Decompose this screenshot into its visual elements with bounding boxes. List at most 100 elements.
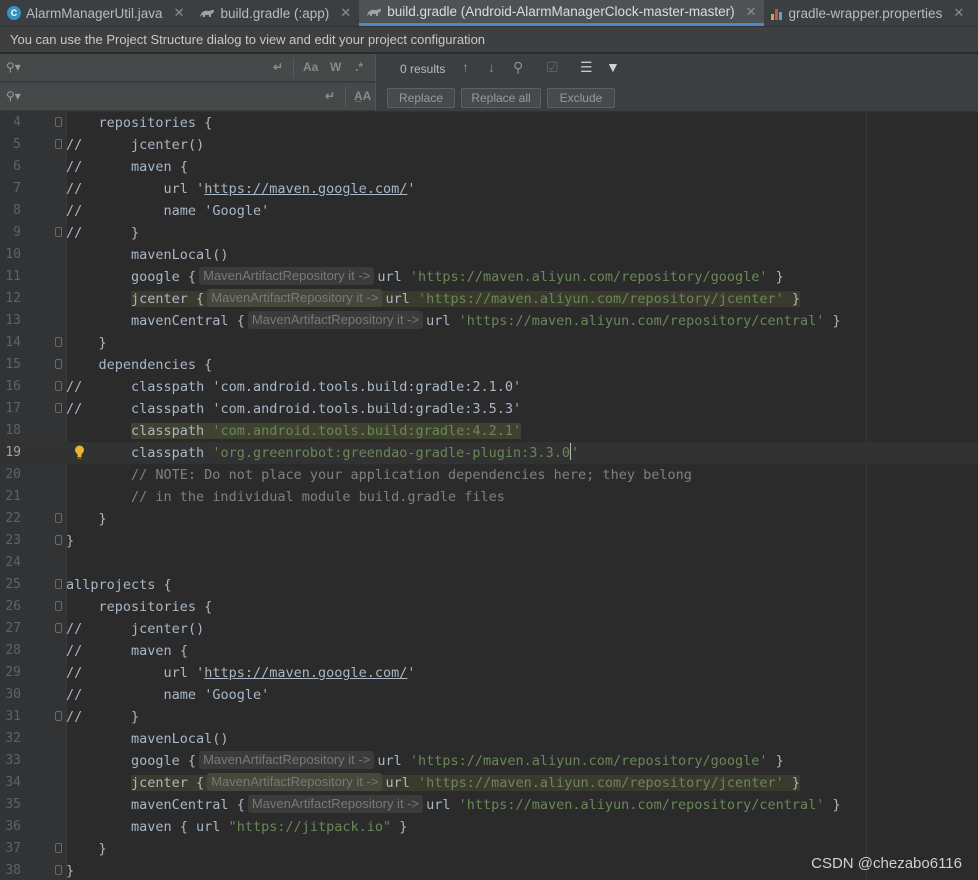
code-line[interactable]: 31 // } <box>0 706 978 728</box>
code-line[interactable]: 10 mavenLocal() <box>0 244 978 266</box>
code-line[interactable]: 23 } <box>0 530 978 552</box>
fold-icon[interactable] <box>55 579 62 589</box>
select-all-occurrences-icon[interactable]: ☑ <box>546 59 559 76</box>
fold-icon[interactable] <box>55 403 62 413</box>
code-text: } <box>832 313 841 329</box>
fold-icon[interactable] <box>55 337 62 347</box>
next-occurrence-icon[interactable]: ↓ <box>488 59 495 75</box>
comment-text: // NOTE: Do not place your application d… <box>131 467 692 483</box>
replace-button[interactable]: Replace <box>387 88 455 108</box>
fold-icon[interactable] <box>55 513 62 523</box>
code-text: repositories { <box>98 599 213 615</box>
line-number: 5 <box>13 137 21 152</box>
code-line[interactable]: 24 <box>0 552 978 574</box>
previous-occurrence-icon[interactable]: ↑ <box>462 59 469 75</box>
code-line[interactable]: 18 classpath 'com.android.tools.build:gr… <box>0 420 978 442</box>
maven-google-link[interactable]: https://maven.google.com/ <box>204 181 407 197</box>
tab-alarm-manager-util[interactable]: C AlarmManagerUtil.java ✕ <box>0 0 192 26</box>
code-line[interactable]: 6 // maven { <box>0 156 978 178</box>
code-line[interactable]: 25 allprojects { <box>0 574 978 596</box>
code-line[interactable]: 22 } <box>0 508 978 530</box>
line-number: 27 <box>5 621 21 636</box>
tab-gradle-wrapper-properties[interactable]: gradle-wrapper.properties ✕ <box>764 0 972 26</box>
fold-icon[interactable] <box>55 865 62 875</box>
code-line[interactable]: 34 jcenter {MavenArtifactRepository it -… <box>0 772 978 794</box>
filter-icon[interactable]: ▼ <box>606 59 620 75</box>
code-text: classpath <box>131 423 205 439</box>
code-line[interactable]: 13 mavenCentral {MavenArtifactRepository… <box>0 310 978 332</box>
tab-build-gradle-app[interactable]: build.gradle (:app) ✕ <box>192 0 359 26</box>
code-line[interactable]: 15 dependencies { <box>0 354 978 376</box>
fold-icon[interactable] <box>55 843 62 853</box>
code-line[interactable]: 29 // url 'https://maven.google.com/' <box>0 662 978 684</box>
code-line[interactable]: 17 // classpath 'com.android.tools.build… <box>0 398 978 420</box>
code-line[interactable]: 8 // name 'Google' <box>0 200 978 222</box>
fold-icon[interactable] <box>55 117 62 127</box>
code-line[interactable]: 21 // in the individual module build.gra… <box>0 486 978 508</box>
close-icon[interactable]: ✕ <box>746 4 757 20</box>
code-line[interactable]: 20 // NOTE: Do not place your applicatio… <box>0 464 978 486</box>
match-case-toggle[interactable]: Aa <box>303 60 318 74</box>
code-text: url <box>426 313 459 329</box>
code-line[interactable]: 27 // jcenter() <box>0 618 978 640</box>
code-text: allprojects { <box>66 577 172 593</box>
code-line[interactable]: 32 mavenLocal() <box>0 728 978 750</box>
search-input[interactable]: ⚲▾ ↵ Aa W .* <box>0 54 376 82</box>
preserve-case-toggle[interactable]: A̲A <box>354 89 371 103</box>
fold-icon[interactable] <box>55 227 62 237</box>
fold-icon[interactable] <box>55 359 62 369</box>
replace-all-button[interactable]: Replace all <box>461 88 541 108</box>
code-line-current[interactable]: 19 classpath 'org.greenrobot:greendao-gr… <box>0 442 978 464</box>
fold-icon[interactable] <box>55 601 62 611</box>
line-number: 7 <box>13 181 21 196</box>
code-line[interactable]: 30 // name 'Google' <box>0 684 978 706</box>
regex-toggle[interactable]: .* <box>355 60 363 74</box>
tab-overflow[interactable]: bu <box>972 0 978 26</box>
code-line[interactable]: 4 repositories { <box>0 112 978 134</box>
fold-icon[interactable] <box>55 139 62 149</box>
java-class-icon: C <box>7 6 21 20</box>
code-line[interactable]: 36 maven { url "https://jitpack.io" } <box>0 816 978 838</box>
code-line[interactable]: 35 mavenCentral {MavenArtifactRepository… <box>0 794 978 816</box>
maven-google-link[interactable]: https://maven.google.com/ <box>204 665 407 681</box>
code-text: google { <box>131 753 197 769</box>
code-line[interactable]: 28 // maven { <box>0 640 978 662</box>
words-toggle[interactable]: W <box>330 60 341 74</box>
exclude-button[interactable]: Exclude <box>547 88 615 108</box>
line-number: 26 <box>5 599 21 614</box>
fold-icon[interactable] <box>55 535 62 545</box>
gradle-icon <box>200 9 215 17</box>
close-icon[interactable]: ✕ <box>174 5 185 21</box>
code-line[interactable]: 16 // classpath 'com.android.tools.build… <box>0 376 978 398</box>
close-icon[interactable]: ✕ <box>340 5 351 21</box>
code-text: classpath 'com.android.tools.build:gradl… <box>131 401 522 417</box>
fold-icon[interactable] <box>55 623 62 633</box>
code-line[interactable]: 7 // url 'https://maven.google.com/' <box>0 178 978 200</box>
code-line[interactable]: 9 // } <box>0 222 978 244</box>
code-text: 'Google' <box>204 687 270 703</box>
code-line[interactable]: 14 } <box>0 332 978 354</box>
filter-options-icon[interactable]: ☰ <box>580 59 593 76</box>
code-text: maven { <box>131 159 188 175</box>
code-line[interactable]: 12 jcenter {MavenArtifactRepository it -… <box>0 288 978 310</box>
tab-build-gradle-project[interactable]: build.gradle (Android-AlarmManagerClock-… <box>359 0 765 26</box>
code-text: repositories { <box>98 115 213 131</box>
code-line[interactable]: 33 google {MavenArtifactRepository it ->… <box>0 750 978 772</box>
code-line[interactable]: 26 repositories { <box>0 596 978 618</box>
code-editor[interactable]: 4 repositories { 5 // jcenter() 6 // mav… <box>0 112 978 880</box>
new-line-icon[interactable]: ↵ <box>273 60 283 74</box>
code-line[interactable]: 11 google {MavenArtifactRepository it ->… <box>0 266 978 288</box>
new-line-icon[interactable]: ↵ <box>325 89 335 103</box>
parameter-hint: MavenArtifactRepository it -> <box>247 311 424 329</box>
replace-input[interactable]: ⚲▾ ↵ A̲A <box>0 83 376 111</box>
string-literal: 'org.greenrobot:greendao-gradle-plugin:3… <box>212 445 570 461</box>
pin-icon[interactable]: ⚲ <box>513 59 523 76</box>
string-literal: 'https://maven.aliyun.com/repository/goo… <box>409 753 768 769</box>
line-number: 13 <box>5 313 21 328</box>
fold-icon[interactable] <box>55 711 62 721</box>
comment-mark: // <box>66 709 83 725</box>
fold-icon[interactable] <box>55 381 62 391</box>
line-number: 11 <box>5 269 21 284</box>
code-line[interactable]: 5 // jcenter() <box>0 134 978 156</box>
close-icon[interactable]: ✕ <box>953 5 964 21</box>
